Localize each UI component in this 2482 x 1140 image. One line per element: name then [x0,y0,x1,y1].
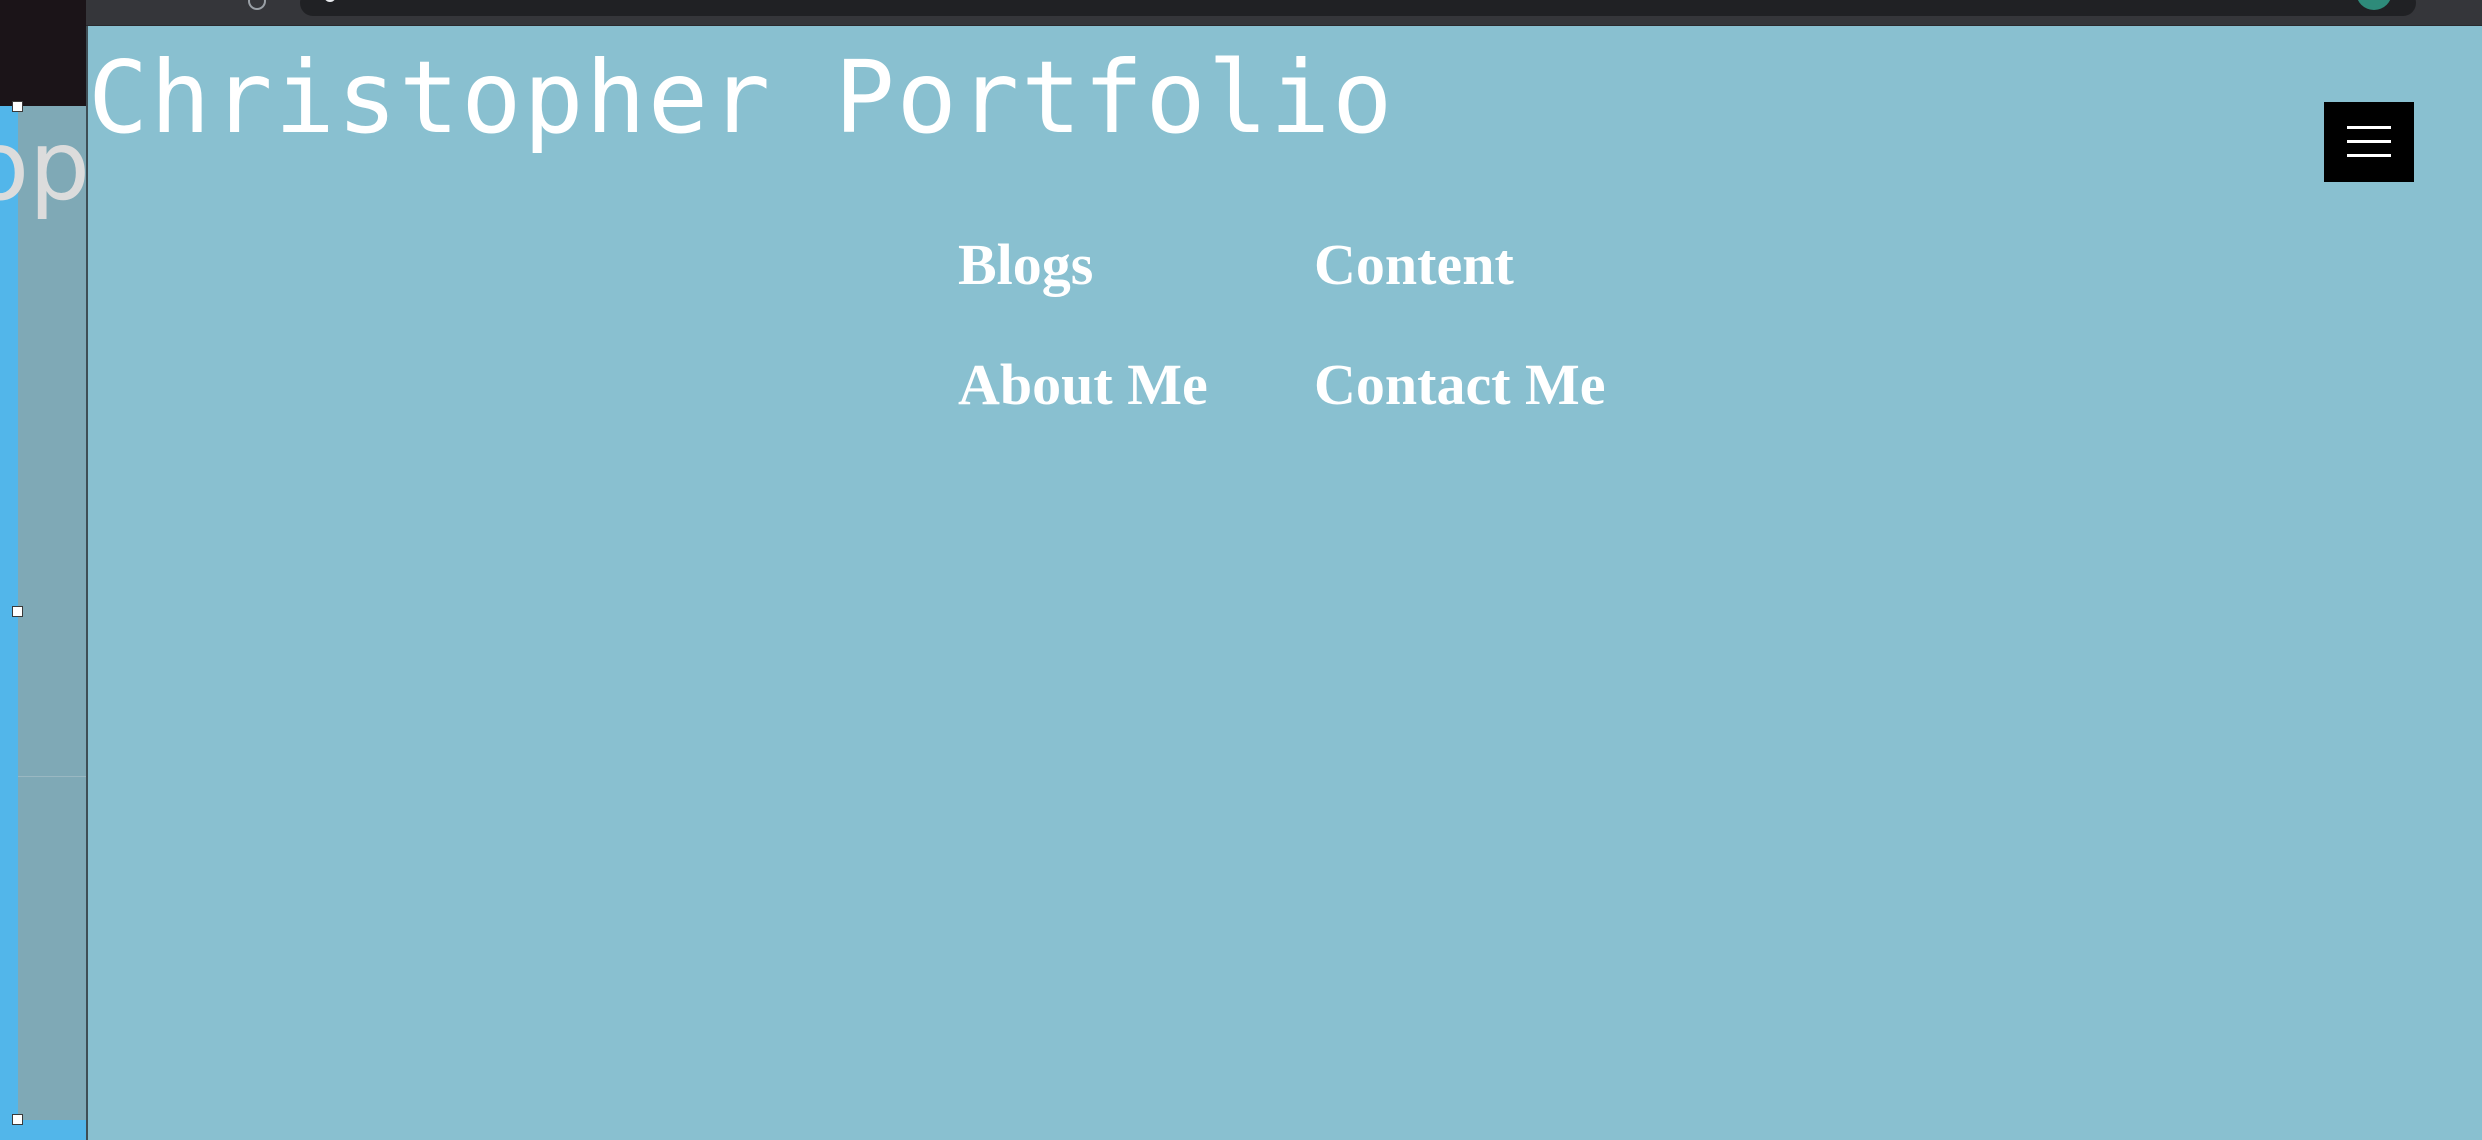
background-window-partial-title: op [0,118,86,222]
nav-link-about-me[interactable]: About Me [958,356,1208,414]
hamburger-menu-icon-bar [2347,140,2391,143]
background-window-text: op [0,118,86,228]
nav-link-blogs[interactable]: Blogs [958,236,1093,294]
nav-link-contact-me[interactable]: Contact Me [1314,356,1606,414]
hamburger-menu-icon-bar [2347,154,2391,157]
hamburger-menu-button[interactable] [2324,102,2414,182]
browser-toolbar [86,0,2482,26]
address-bar[interactable] [300,0,2416,16]
hamburger-menu-icon-bar [2347,126,2391,129]
site-info-icon[interactable] [324,0,336,2]
background-window-titlebar [0,0,86,106]
nav-link-content[interactable]: Content [1314,236,1514,294]
resize-handle-top[interactable] [12,101,23,112]
page-content: Christopher Portfolio Blogs Content Abou… [86,26,2482,1140]
resize-handle-middle[interactable] [12,606,23,617]
background-window-divider [18,776,86,777]
site-title: Christopher Portfolio [88,39,1395,156]
reload-icon[interactable] [248,0,266,10]
main-nav: Blogs Content About Me Contact Me [958,226,1678,486]
resize-handle-bottom[interactable] [12,1114,23,1125]
